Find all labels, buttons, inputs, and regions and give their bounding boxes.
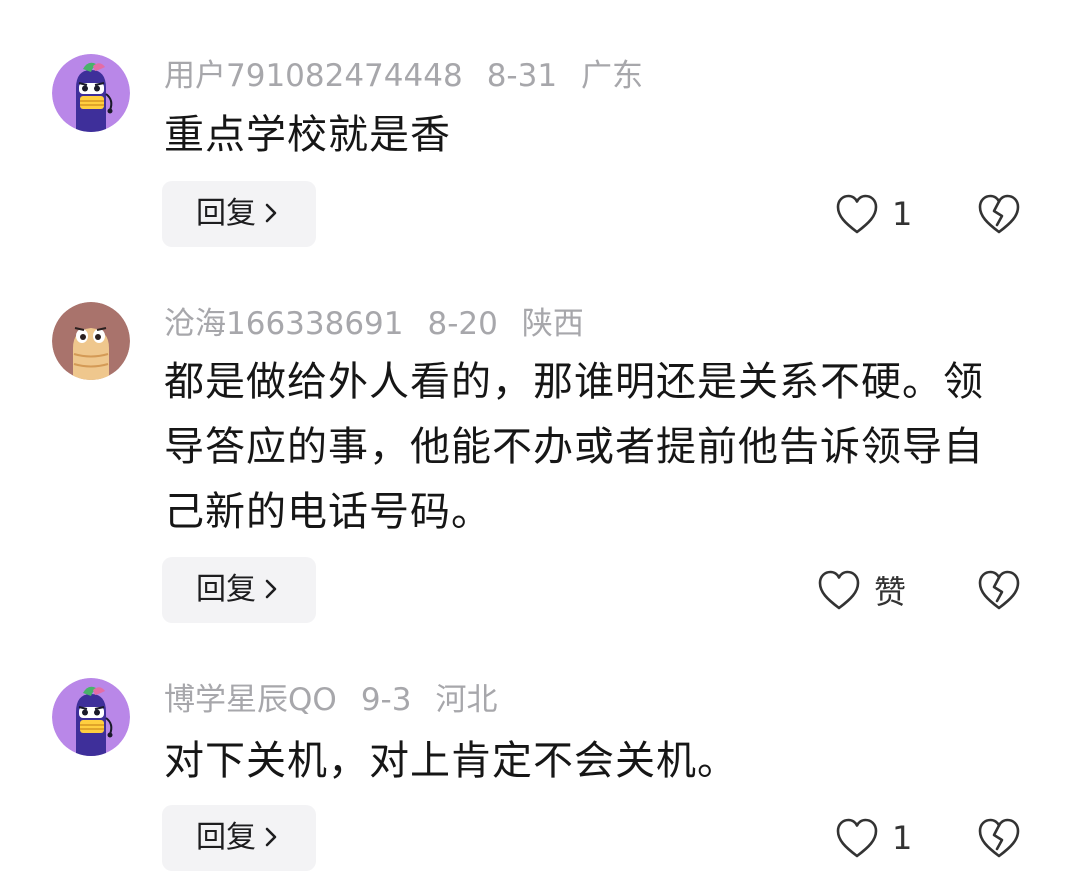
like-count: 1 (892, 819, 913, 857)
comment-text: 对下关机，对上肯定不会关机。 (164, 738, 738, 784)
comment-date: 9-3 (360, 682, 412, 718)
reply-label: 回复 (196, 820, 256, 855)
chevron-right-icon (265, 827, 277, 846)
dislike-button[interactable] (976, 816, 1022, 860)
comment-meta: 博学星辰QO 9-3 河北 (164, 678, 521, 722)
username[interactable]: 博学星辰QO (164, 682, 337, 718)
broken-heart-icon (978, 818, 1020, 858)
like-button[interactable]: 1 (834, 808, 912, 868)
avatar[interactable] (52, 678, 130, 756)
reply-button[interactable]: 回复 (162, 805, 316, 871)
eggplant-mascot-avatar-icon (52, 678, 130, 756)
heart-outline-icon (836, 818, 878, 858)
comment-item: 博学星辰QO 9-3 河北 对下关机，对上肯定不会关机。 回复 1 (0, 0, 1080, 892)
comment-location: 河北 (435, 682, 498, 718)
